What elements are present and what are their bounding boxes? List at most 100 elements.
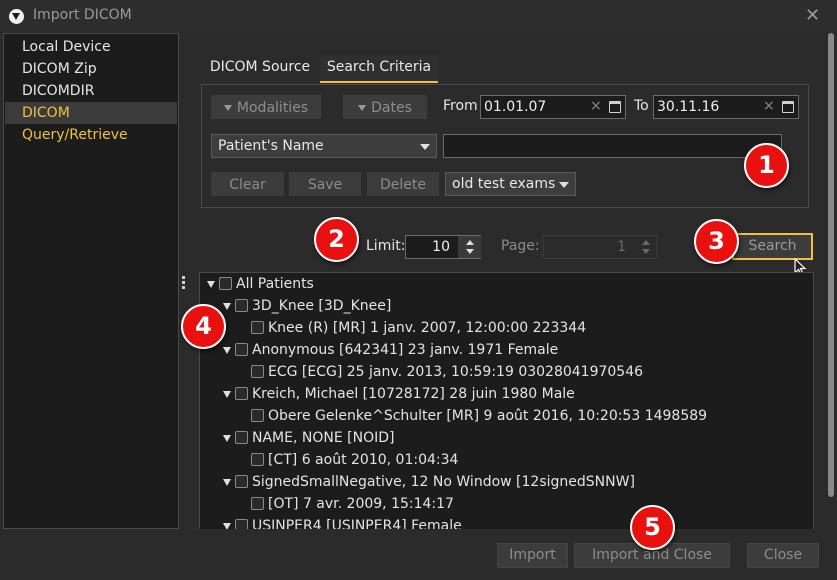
- close-icon[interactable]: ✕: [805, 5, 820, 26]
- clear-button[interactable]: Clear: [211, 172, 284, 196]
- tree-study-row[interactable]: Obere Gelenke^Schulter [MR] 9 août 2016,…: [200, 405, 813, 427]
- source-item-dicom-query-retrieve[interactable]: DICOM Query/Retrieve: [5, 102, 177, 143]
- checkbox[interactable]: [251, 365, 264, 378]
- tree-patient-row[interactable]: Kreich, Michael [10728172] 28 juin 1980 …: [200, 383, 813, 405]
- marker-4: 4: [181, 304, 226, 349]
- tree-item-label: Anonymous [642341] 23 janv. 1971 Female: [252, 342, 559, 358]
- chevron-down-icon: [420, 144, 430, 150]
- clear-from-icon[interactable]: ×: [590, 98, 602, 114]
- checkbox[interactable]: [251, 321, 264, 334]
- preset-select[interactable]: old test exams: [445, 172, 576, 196]
- tree-study-row[interactable]: ECG [ECG] 25 janv. 2013, 10:59:19 030280…: [200, 361, 813, 383]
- spin-down-icon[interactable]: [466, 249, 474, 254]
- to-label: To: [634, 98, 649, 114]
- source-item-dicom-zip[interactable]: DICOM Zip: [5, 58, 177, 80]
- marker-5: 5: [630, 505, 675, 550]
- tree-patient-row[interactable]: 3D_Knee [3D_Knee]: [200, 295, 813, 317]
- window-title: Import DICOM: [33, 7, 132, 23]
- expand-arrow-icon[interactable]: [223, 479, 231, 486]
- delete-button[interactable]: Delete: [367, 172, 439, 196]
- checkbox[interactable]: [235, 519, 248, 529]
- tree-item-label: SignedSmallNegative, 12 No Window [12sig…: [252, 474, 635, 490]
- calendar-icon[interactable]: [609, 101, 621, 113]
- import-button[interactable]: Import: [497, 543, 568, 568]
- expand-arrow-icon[interactable]: [223, 391, 231, 398]
- spin-up-icon: [642, 240, 650, 245]
- page-spinbox[interactable]: 1: [543, 235, 657, 259]
- tree-item-label: 3D_Knee [3D_Knee]: [252, 298, 392, 314]
- chevron-down-icon: [559, 182, 569, 188]
- tree-study-row[interactable]: [OT] 7 avr. 2009, 15:14:17: [200, 493, 813, 515]
- checkbox[interactable]: [251, 409, 264, 422]
- tree-patient-row[interactable]: Anonymous [642341] 23 janv. 1971 Female: [200, 339, 813, 361]
- tree-item-label: USINPER4 [USINPER4] Female: [252, 518, 462, 529]
- limit-value: 10: [432, 239, 450, 255]
- page-label: Page:: [501, 238, 540, 254]
- tree-study-row[interactable]: Knee (R) [MR] 1 janv. 2007, 12:00:00 223…: [200, 317, 813, 339]
- tree-item-label: Kreich, Michael [10728172] 28 juin 1980 …: [252, 386, 575, 402]
- title-bar: Import DICOM ✕: [0, 0, 837, 32]
- to-date-value: 30.11.16: [657, 99, 720, 115]
- modalities-button[interactable]: Modalities: [211, 95, 321, 119]
- modalities-label: Modalities: [236, 100, 309, 116]
- tree-item-label: NAME, NONE [NOID]: [252, 430, 395, 446]
- checkbox[interactable]: [251, 453, 264, 466]
- tab-dicom-source[interactable]: DICOM Source: [201, 55, 319, 83]
- close-button[interactable]: Close: [747, 543, 819, 568]
- chevron-down-icon: [223, 105, 232, 111]
- expand-arrow-icon[interactable]: [223, 435, 231, 442]
- expand-arrow-icon[interactable]: [207, 281, 215, 288]
- field-select-value: Patient's Name: [218, 138, 324, 154]
- expand-arrow-icon[interactable]: [223, 303, 231, 310]
- clear-to-icon[interactable]: ×: [763, 98, 775, 114]
- from-label: From: [443, 98, 478, 114]
- checkbox[interactable]: [235, 299, 248, 312]
- expand-arrow-icon[interactable]: [223, 347, 231, 354]
- dates-label: Dates: [371, 100, 412, 116]
- source-item-dicomdir[interactable]: DICOMDIR: [5, 80, 177, 102]
- splitter-handle[interactable]: [182, 276, 185, 290]
- calendar-icon[interactable]: [782, 101, 794, 113]
- limit-spinbox[interactable]: 10: [405, 235, 481, 259]
- tree-item-label: [CT] 6 août 2010, 01:04:34: [268, 452, 459, 468]
- tree-item-label: Obere Gelenke^Schulter [MR] 9 août 2016,…: [268, 408, 708, 424]
- marker-2: 2: [314, 217, 359, 262]
- checkbox[interactable]: [235, 387, 248, 400]
- from-date-field[interactable]: 01.01.07: [480, 95, 626, 119]
- source-list: Local Device DICOM Zip DICOMDIR DICOM Qu…: [3, 33, 179, 529]
- tree-study-row[interactable]: [CT] 6 août 2010, 01:04:34: [200, 449, 813, 471]
- tree-item-label: All Patients: [236, 276, 314, 292]
- marker-1: 1: [744, 143, 789, 188]
- dates-button[interactable]: Dates: [343, 95, 427, 119]
- criteria-value-input[interactable]: [443, 134, 782, 158]
- checkbox[interactable]: [235, 431, 248, 444]
- field-select[interactable]: Patient's Name: [211, 134, 437, 158]
- to-date-field[interactable]: 30.11.16: [653, 95, 799, 119]
- checkbox[interactable]: [235, 343, 248, 356]
- patient-tree: All Patients 3D_Knee [3D_Knee] Knee (R) [M…: [199, 272, 814, 529]
- source-item-local-device[interactable]: Local Device: [5, 36, 177, 58]
- tree-patient-row[interactable]: NAME, NONE [NOID]: [200, 427, 813, 449]
- from-date-value: 01.01.07: [484, 99, 547, 115]
- search-button[interactable]: Search: [732, 233, 813, 260]
- tree-root[interactable]: All Patients: [200, 273, 813, 295]
- spin-up-icon[interactable]: [466, 240, 474, 245]
- tab-search-criteria[interactable]: Search Criteria: [320, 55, 438, 83]
- tree-item-label: ECG [ECG] 25 janv. 2013, 10:59:19 030280…: [268, 364, 644, 380]
- app-logo-icon: [9, 9, 24, 24]
- page-value: 1: [617, 239, 626, 255]
- preset-select-value: old test exams: [452, 176, 556, 192]
- chevron-down-icon: [358, 105, 367, 111]
- checkbox[interactable]: [219, 277, 232, 290]
- checkbox[interactable]: [235, 475, 248, 488]
- expand-arrow-icon[interactable]: [223, 523, 231, 529]
- checkbox[interactable]: [251, 497, 264, 510]
- tree-item-label: [OT] 7 avr. 2009, 15:14:17: [268, 496, 454, 512]
- save-button[interactable]: Save: [289, 172, 361, 196]
- scrollbar[interactable]: [828, 33, 834, 497]
- marker-3: 3: [694, 219, 739, 264]
- tree-patient-row[interactable]: SignedSmallNegative, 12 No Window [12sig…: [200, 471, 813, 493]
- tree-item-label: Knee (R) [MR] 1 janv. 2007, 12:00:00 223…: [268, 320, 587, 336]
- spin-down-icon: [642, 249, 650, 254]
- tree-patient-row[interactable]: USINPER4 [USINPER4] Female: [200, 515, 813, 529]
